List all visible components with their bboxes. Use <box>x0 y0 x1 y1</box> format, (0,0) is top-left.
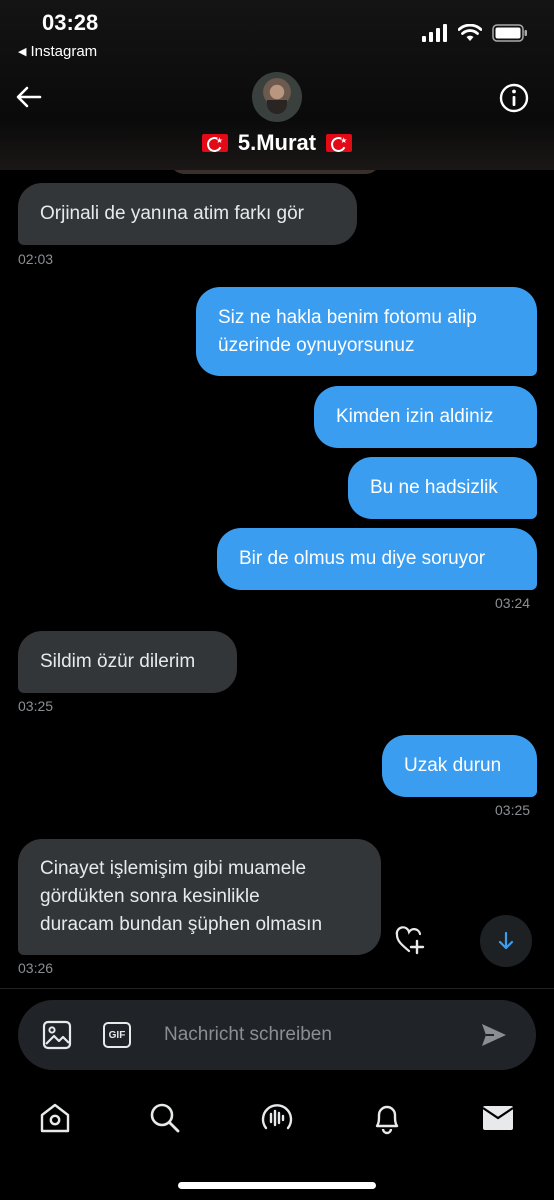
caret-left-icon: ◀ <box>18 46 27 58</box>
turkey-flag-icon <box>326 134 353 152</box>
gif-button[interactable]: GIF <box>103 1022 131 1048</box>
scroll-to-bottom-button[interactable] <box>480 915 532 967</box>
bell-icon[interactable] <box>369 1100 405 1136</box>
message-bubble-incoming[interactable]: Sildim özür dilerim <box>18 631 237 693</box>
image-icon[interactable] <box>42 1020 72 1050</box>
message-input[interactable] <box>164 1021 454 1049</box>
message-bubble-outgoing[interactable]: Uzak durun <box>382 735 537 797</box>
message-text: gördükten sonra kesinlikle <box>40 886 260 907</box>
contact-name: 5.Murat <box>237 130 317 155</box>
message-bubble-outgoing[interactable]: Bu ne hadsizlik <box>348 457 537 519</box>
message-bubble-outgoing[interactable]: Bir de olmus mu diye soruyor <box>217 528 537 590</box>
search-icon[interactable] <box>147 1100 183 1136</box>
message-text: Bir de olmus mu diye soruyor <box>239 548 486 569</box>
message-timestamp: 03:25 <box>495 802 531 818</box>
arrow-left-icon[interactable] <box>14 82 44 112</box>
battery-icon <box>492 24 527 42</box>
home-icon[interactable] <box>37 1100 73 1136</box>
message-bubble-outgoing[interactable]: Kimden izin aldiniz <box>314 386 537 448</box>
mail-icon[interactable] <box>480 1100 516 1136</box>
bottom-navigation <box>0 1090 554 1150</box>
message-text: Cinayet işlemişim gibi muamele <box>40 858 307 879</box>
message-text: Bu ne hadsizlik <box>370 477 498 498</box>
message-bubble-incoming[interactable]: Cinayet işlemişim gibi muamele gördükten… <box>18 839 381 955</box>
back-to-app-link[interactable]: ◀ Instagram <box>18 43 97 60</box>
back-app-label: Instagram <box>30 43 98 60</box>
message-timestamp: 03:26 <box>18 960 54 976</box>
message-text: Uzak durun <box>404 755 502 776</box>
wifi-icon <box>458 24 482 41</box>
message-timestamp: 02:03 <box>18 251 54 267</box>
react-heart-plus-icon[interactable] <box>394 924 426 956</box>
message-composer: GIF <box>18 1000 536 1070</box>
status-icons <box>422 24 528 42</box>
composer-divider <box>0 988 554 989</box>
message-text: üzerinde oynuyorsunuz <box>218 334 415 356</box>
message-text: Siz ne hakla benim fotomu alip <box>218 306 477 328</box>
avatar[interactable] <box>252 72 302 122</box>
status-time: 03:28 <box>42 10 99 35</box>
turkey-flag-icon <box>201 134 228 152</box>
message-text: Sildim özür dilerim <box>40 651 196 672</box>
home-indicator[interactable] <box>178 1182 376 1189</box>
arrow-down-icon <box>498 931 514 950</box>
signal-icon <box>422 24 447 42</box>
message-text: Orjinali de yanına atim farkı gör <box>40 203 305 224</box>
spaces-icon[interactable] <box>259 1100 295 1136</box>
message-timestamp: 03:25 <box>18 698 54 714</box>
message-text: duracam bundan şüphen olmasın <box>40 914 323 935</box>
conversation-title[interactable]: 5.Murat <box>0 130 554 156</box>
message-bubble-incoming[interactable]: Orjinali de yanına atim farkı gör <box>18 183 357 245</box>
info-icon[interactable] <box>498 82 530 114</box>
message-timestamp: 03:24 <box>495 595 531 611</box>
status-bar: 03:28 ◀ Instagram <box>0 0 554 66</box>
message-text: Kimden izin aldiniz <box>336 406 494 427</box>
send-icon[interactable] <box>480 1021 508 1049</box>
message-bubble-outgoing[interactable]: Siz ne hakla benim fotomu alip üzerinde … <box>196 287 537 376</box>
